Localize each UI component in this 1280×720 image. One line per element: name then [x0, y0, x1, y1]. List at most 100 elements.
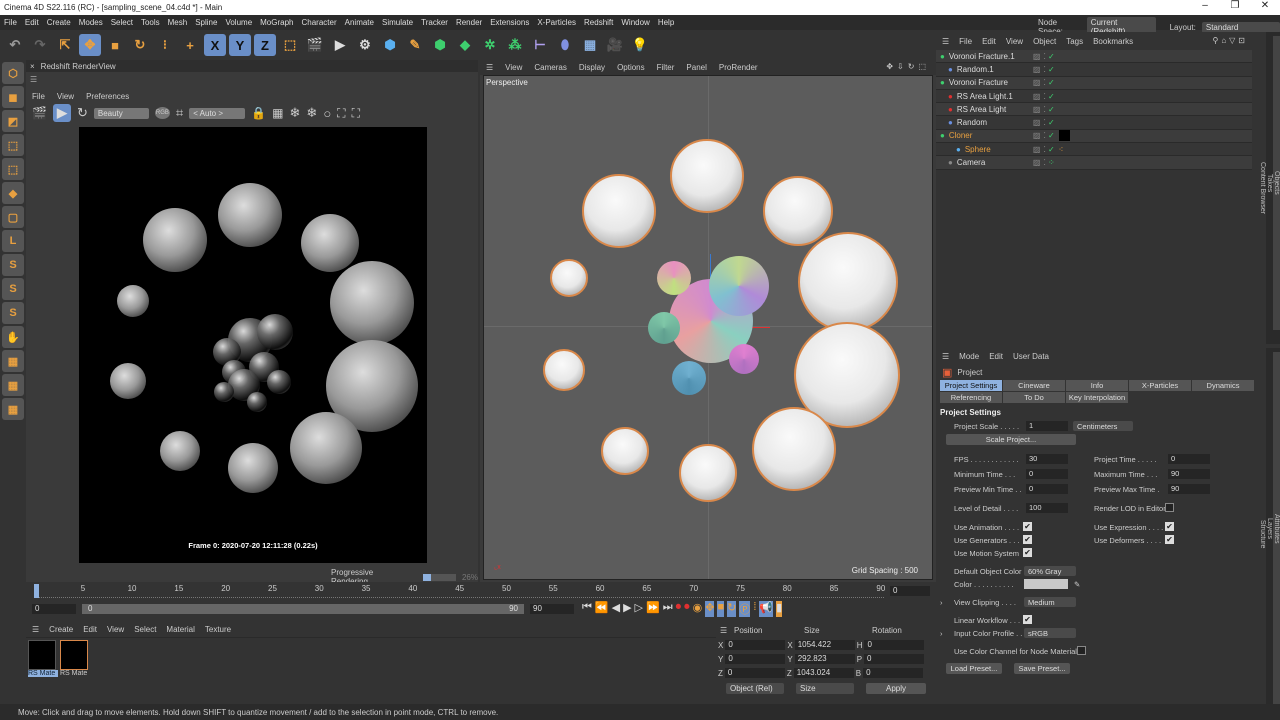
size-field[interactable]: 1054.422	[794, 640, 855, 650]
menu-item-panel[interactable]: Panel	[686, 63, 706, 72]
start-frame-field[interactable]: 0	[32, 604, 76, 614]
visibility-toggle[interactable]: ⁚	[1043, 145, 1046, 154]
menu-item-display[interactable]: Display	[579, 63, 605, 72]
cloner-tag-icon[interactable]: ⁖	[1059, 145, 1064, 154]
grid-icon[interactable]: ▦	[272, 106, 283, 120]
menu-item-window[interactable]: Window	[621, 18, 649, 27]
chevron-right-icon[interactable]: ›	[940, 597, 943, 607]
edges-mode-icon[interactable]: ⬚	[2, 158, 24, 180]
number-field[interactable]: 1	[1026, 421, 1068, 431]
tab-attributes[interactable]: Attributes	[1273, 352, 1280, 706]
render-settings-icon[interactable]: ⚙	[354, 34, 376, 56]
enabled-check-icon[interactable]: ✓	[1048, 145, 1055, 154]
hamburger-icon[interactable]: ☰	[486, 63, 493, 72]
menu-item-volume[interactable]: Volume	[225, 18, 252, 27]
menu-item-character[interactable]: Character	[302, 18, 337, 27]
menu-item-edit[interactable]: Edit	[989, 352, 1003, 361]
position-field[interactable]: 0	[725, 640, 786, 650]
menu-item-user-data[interactable]: User Data	[1013, 352, 1049, 361]
enabled-check-icon[interactable]: ⁘	[1048, 158, 1055, 167]
dropdown[interactable]: Medium	[1024, 597, 1076, 607]
light-icon[interactable]: 💡	[629, 34, 651, 56]
crop-icon[interactable]: ⌗	[176, 105, 183, 121]
menu-item-create[interactable]: Create	[49, 625, 73, 634]
color-swatch[interactable]	[1024, 579, 1068, 589]
sphere-clone[interactable]	[582, 174, 656, 248]
world-axis-icon[interactable]: +	[179, 34, 201, 56]
menu-item-animate[interactable]: Animate	[345, 18, 374, 27]
snap-settings-icon[interactable]: S	[2, 278, 24, 300]
object-row[interactable]: ● RS Area Light.1 ▨ ⁚ ✓	[936, 89, 1252, 104]
number-field[interactable]: 0	[1026, 484, 1068, 494]
recent-tools-icon[interactable]: ⁝	[154, 34, 176, 56]
sphere-clone[interactable]	[752, 407, 836, 491]
menu-item-filter[interactable]: Filter	[657, 63, 675, 72]
undo-icon[interactable]: ↶	[4, 34, 26, 56]
object-manager-icons[interactable]: ⚲⌂▽⊡	[1212, 36, 1248, 45]
cube-icon[interactable]: ⬢	[379, 34, 401, 56]
layer-icon[interactable]: ▨	[1033, 52, 1041, 61]
current-frame-field[interactable]: 0	[890, 586, 930, 596]
voronoi-fracture[interactable]	[672, 361, 706, 395]
key-rotation-icon[interactable]: ↻	[727, 601, 737, 617]
close-icon[interactable]: ×	[30, 62, 35, 71]
sphere-clone[interactable]	[601, 427, 649, 475]
object-row[interactable]: ● Cloner ▨ ⁚ ✓	[936, 129, 1252, 144]
tab-content-browser[interactable]: Content Browser	[1259, 36, 1266, 340]
menu-item-help[interactable]: Help	[658, 18, 674, 27]
scale-icon[interactable]: ■	[104, 34, 126, 56]
layout-dropdown[interactable]: Standard	[1201, 21, 1280, 33]
material-item[interactable]: RS Mate	[60, 640, 90, 677]
object-row[interactable]: ● Voronoi Fracture.1 ▨ ⁚ ✓	[936, 50, 1252, 64]
fit-icon[interactable]: ⛶	[352, 106, 360, 121]
texture-mode-icon[interactable]: ◩	[2, 110, 24, 132]
menu-item-options[interactable]: Options	[617, 63, 645, 72]
rotate-icon[interactable]: ↻	[129, 34, 151, 56]
close-button[interactable]: ✕	[1250, 0, 1280, 11]
autokey-icon[interactable]: ⏺	[684, 601, 690, 617]
save-preset-button[interactable]: Save Preset...	[1014, 663, 1070, 674]
menu-item-modes[interactable]: Modes	[79, 18, 103, 27]
keyframe-icon[interactable]: ◉	[693, 601, 703, 617]
coordinate-system-icon[interactable]: ⬚	[279, 34, 301, 56]
axis-icon[interactable]: L	[2, 230, 24, 252]
rotation-field[interactable]: 0	[863, 668, 924, 678]
freeze-icon[interactable]: ❄	[290, 105, 301, 121]
freeze-settings-icon[interactable]: ❄	[306, 105, 317, 121]
number-field[interactable]: 90	[1168, 484, 1210, 494]
sphere-clone[interactable]	[798, 232, 898, 332]
enabled-check-icon[interactable]: ✓	[1048, 105, 1055, 114]
key-scale-icon[interactable]: ■	[717, 601, 725, 617]
redo-icon[interactable]: ↷	[29, 34, 51, 56]
layer-icon[interactable]: ▨	[1033, 105, 1041, 114]
checkbox[interactable]: ✔	[1165, 535, 1174, 544]
enabled-check-icon[interactable]: ✓	[1048, 52, 1055, 61]
tab-info[interactable]: Info	[1066, 380, 1128, 391]
number-field[interactable]: 30	[1026, 454, 1068, 464]
subdivision-icon[interactable]: ⬢	[429, 34, 451, 56]
next-frame-icon[interactable]: ▷	[635, 601, 643, 617]
timeline-ruler[interactable]: 051015202530354045505560657075808590	[34, 584, 885, 598]
key-param-icon[interactable]: Ⓟ	[739, 601, 751, 617]
menu-item-mode[interactable]: Mode	[959, 352, 979, 361]
maximize-button[interactable]: ❐	[1220, 0, 1250, 11]
tab-objects[interactable]: Objects	[1273, 36, 1280, 330]
layer-icon[interactable]: ▨	[1033, 145, 1041, 154]
eyedropper-icon[interactable]: ✎	[1074, 579, 1080, 589]
checkbox[interactable]: ✔	[1023, 548, 1032, 557]
field-icon[interactable]: ⬮	[554, 34, 576, 56]
tab-to-do[interactable]: To Do	[1003, 392, 1065, 403]
voronoi-fracture[interactable]	[729, 344, 759, 374]
snap-icon[interactable]: S	[2, 254, 24, 276]
focus-icon[interactable]: ⛶	[337, 106, 345, 121]
x-axis-button[interactable]: X	[204, 34, 226, 56]
object-row[interactable]: ● Camera ▨ ⁚ ⁘	[936, 156, 1252, 170]
next-key-icon[interactable]: ⏩	[646, 601, 660, 617]
hamburger-icon[interactable]: ☰	[720, 626, 734, 635]
position-field[interactable]: 0	[724, 668, 785, 678]
hamburger-icon[interactable]: ☰	[26, 72, 478, 90]
camera-icon[interactable]: 🎥	[604, 34, 626, 56]
hamburger-icon[interactable]: ☰	[32, 625, 39, 634]
coord-mode-dropdown[interactable]: Object (Rel)	[726, 683, 784, 694]
make-editable-icon[interactable]: ⬡	[2, 62, 24, 84]
